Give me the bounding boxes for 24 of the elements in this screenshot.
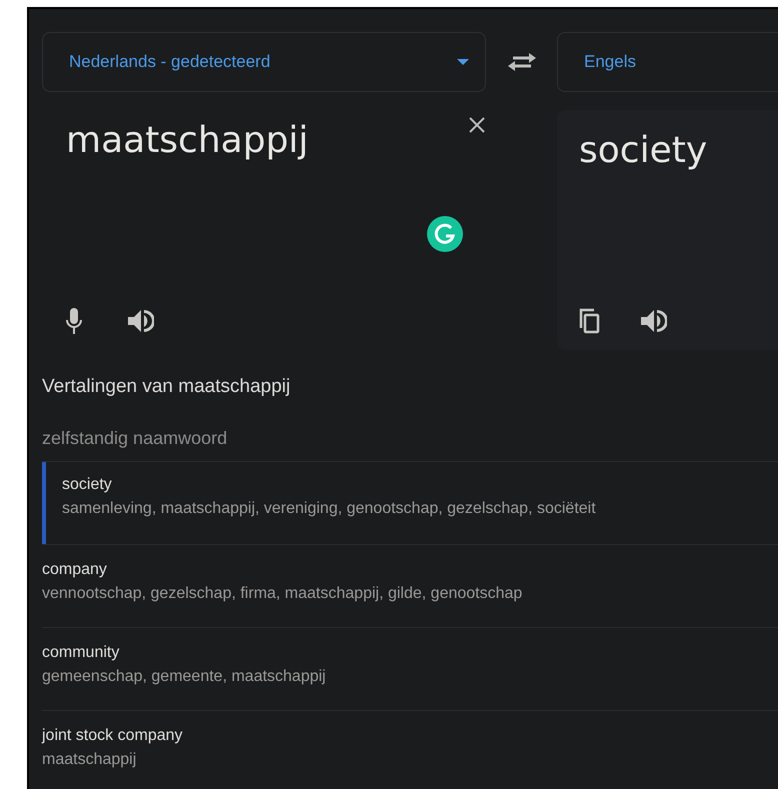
speaker-icon[interactable] (128, 309, 154, 333)
translation-row[interactable]: community gemeenschap, gemeente, maatschappij (42, 628, 326, 710)
target-language-select[interactable]: Engels (557, 32, 778, 92)
microphone-icon[interactable] (66, 308, 82, 334)
synonyms-text: gemeenschap, gemeente, maatschappij (42, 668, 326, 686)
source-language-select[interactable]: Nederlands - gedetecteerd (42, 32, 486, 92)
synonyms-text: samenleving, maatschappij, vereniging, genootschap, gezelschap, sociëteit (62, 500, 596, 518)
copy-icon[interactable] (579, 308, 601, 334)
synonyms-text: vennootschap, gezelschap, firma, maatschappij, gilde, genootschap (42, 585, 522, 603)
translation-word[interactable]: company (42, 561, 522, 579)
translation-row[interactable]: company vennootschap, gezelschap, firma, maatschappij, gilde, genootschap (42, 545, 522, 627)
translation-word[interactable]: society (62, 476, 596, 494)
translations-title: Vertalingen van maatschappij (42, 376, 292, 398)
translation-word[interactable]: joint stock company (42, 727, 183, 745)
part-of-speech: zelfstandig naamwoord (42, 428, 228, 449)
dropdown-icon (457, 59, 469, 65)
close-icon[interactable] (468, 116, 486, 134)
translation-row[interactable]: joint stock company maatschappij (42, 711, 183, 789)
speaker-icon[interactable] (641, 309, 667, 333)
translation-word[interactable]: community (42, 644, 326, 662)
swap-icon[interactable] (506, 52, 536, 72)
translated-text: society (579, 130, 708, 171)
synonyms-text: maatschappij (42, 751, 138, 769)
source-text[interactable]: maatschappij (66, 120, 486, 161)
